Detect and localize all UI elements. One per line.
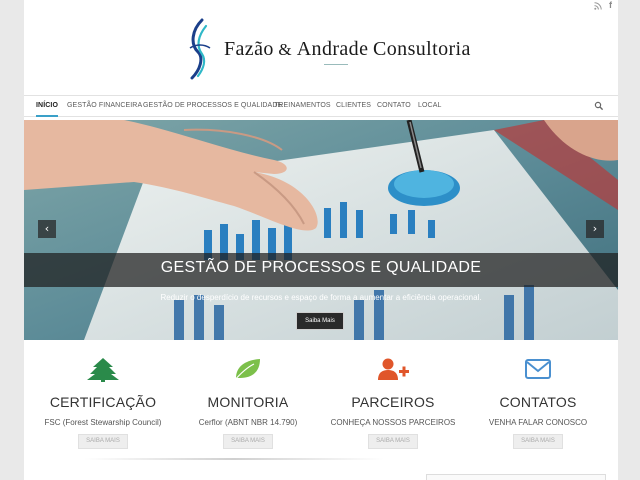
- slide-image: [24, 120, 618, 340]
- add-user-icon: [378, 358, 409, 380]
- feature-read-more-button[interactable]: SAIBA MAIS: [368, 434, 418, 449]
- feature-parceiros: PARCEIROS CONHEÇA NOSSOS PARCEIROS SAIBA…: [319, 340, 467, 470]
- nav-item-contato[interactable]: CONTATO: [377, 96, 411, 116]
- feature-title: PARCEIROS: [351, 394, 435, 410]
- slide-title: GESTÃO DE PROCESSOS E QUALIDADE: [160, 259, 482, 276]
- feature-subtitle: VENHA FALAR CONOSCO: [488, 418, 588, 427]
- nav-item-local[interactable]: LOCAL: [418, 96, 441, 116]
- leaf-icon: [233, 359, 260, 382]
- hero-slider: ‹ › GESTÃO DE PROCESSOS E QUALIDADE Redu…: [24, 120, 618, 340]
- search-icon[interactable]: [594, 101, 604, 111]
- section-divider: [84, 458, 384, 460]
- nav-item-gestao-financeira[interactable]: GESTÃO FINANCEIRA: [67, 96, 142, 116]
- slider-next-button[interactable]: ›: [586, 220, 604, 238]
- main-nav: INÍCIO GESTÃO FINANCEIRA GESTÃO DE PROCE…: [24, 95, 618, 117]
- feature-read-more-button[interactable]: SAIBA MAIS: [513, 434, 563, 449]
- logo-name-3: Consultoria: [373, 38, 471, 60]
- feature-certificacao: CERTIFICAÇÃO FSC (Forest Stewarship Coun…: [29, 340, 177, 470]
- envelope-icon: [525, 359, 551, 379]
- feature-subtitle: CONHEÇA NOSSOS PARCEIROS: [330, 418, 456, 427]
- logo-text[interactable]: Fazão & Andrade Consultoria: [224, 38, 471, 61]
- slide-description: Reduzir o desperdício de recursos e espa…: [160, 293, 482, 302]
- feature-title: CONTATOS: [499, 394, 577, 410]
- feature-read-more-button[interactable]: SAIBA MAIS: [78, 434, 128, 449]
- feature-title: CERTIFICAÇÃO: [49, 394, 157, 410]
- nav-item-inicio[interactable]: INÍCIO: [36, 96, 58, 117]
- logo-ampersand: &: [278, 40, 293, 59]
- nav-item-treinamentos[interactable]: TREINAMENTOS: [274, 96, 331, 116]
- feature-subtitle: Cerflor (ABNT NBR 14.790): [198, 418, 298, 427]
- top-bar: f: [24, 0, 618, 12]
- feature-contatos: CONTATOS VENHA FALAR CONOSCO SAIBA MAIS: [464, 340, 612, 470]
- nav-item-gestao-processos[interactable]: GESTÃO DE PROCESSOS E QUALIDADE: [143, 96, 282, 116]
- page: f Fazão & Andrade Consultoria INÍCIO GES…: [24, 0, 618, 480]
- feature-read-more-button[interactable]: SAIBA MAIS: [223, 434, 273, 449]
- tree-icon: [87, 358, 119, 382]
- logo-name-2: Andrade: [296, 38, 369, 60]
- slider-prev-button[interactable]: ‹: [38, 220, 56, 238]
- logo-divider: [324, 64, 348, 65]
- feature-subtitle: FSC (Forest Stewarship Council): [44, 418, 162, 427]
- nav-item-clientes[interactable]: CLIENTES: [336, 96, 371, 116]
- site-header: Fazão & Andrade Consultoria: [34, 12, 614, 84]
- logo-name-1: Fazão: [224, 38, 274, 60]
- slide-read-more-button[interactable]: Saiba Mais: [296, 312, 344, 330]
- feature-monitoria: MONITORIA Cerflor (ABNT NBR 14.790) SAIB…: [174, 340, 322, 470]
- rss-icon[interactable]: [594, 2, 602, 10]
- sidebar-widget: [426, 474, 606, 480]
- feature-title: MONITORIA: [207, 394, 289, 410]
- logo-icon[interactable]: [184, 18, 214, 80]
- facebook-icon[interactable]: f: [609, 0, 612, 10]
